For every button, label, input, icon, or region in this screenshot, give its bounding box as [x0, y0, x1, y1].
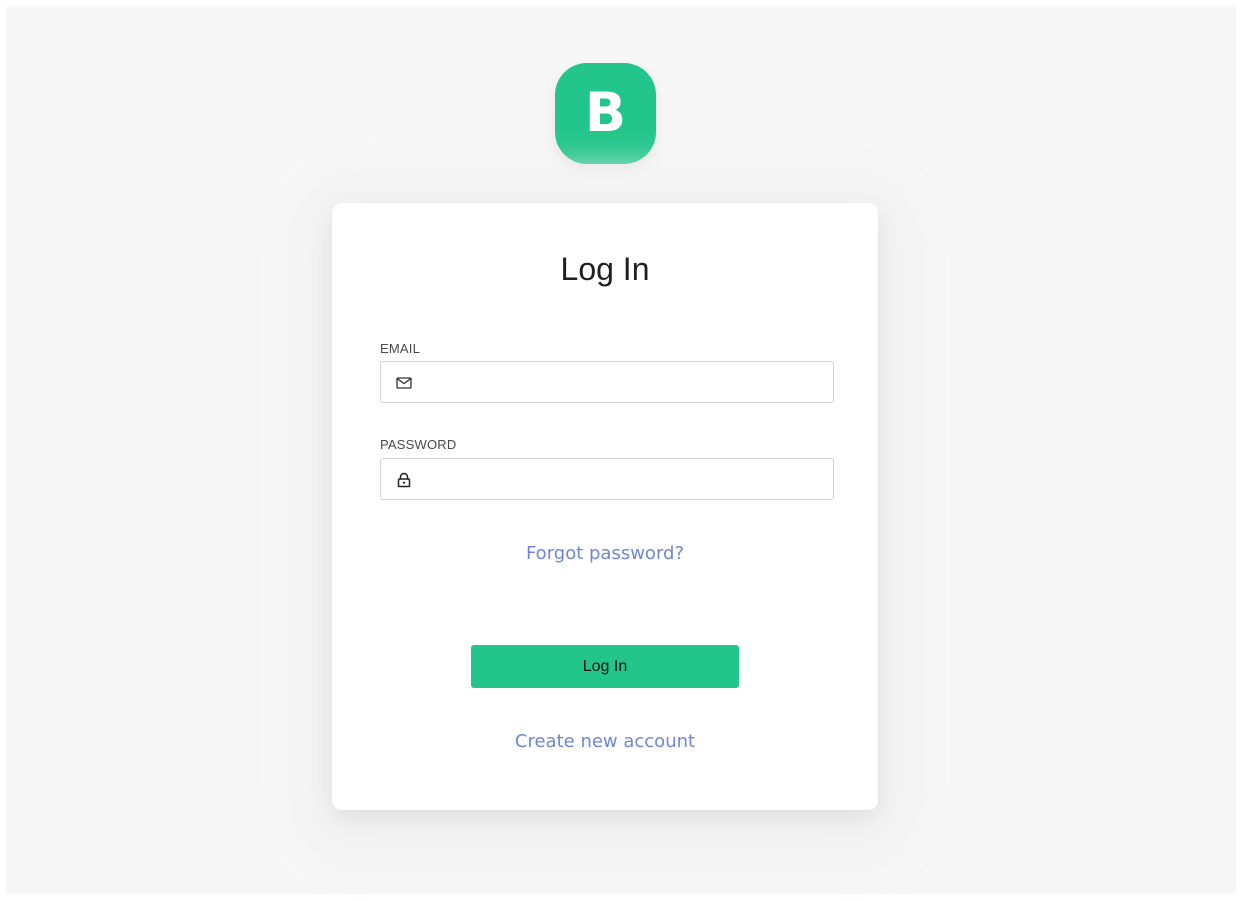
- password-field-wrapper[interactable]: [380, 458, 834, 500]
- create-account-link[interactable]: Create new account: [332, 731, 878, 752]
- mail-icon: [395, 374, 413, 392]
- login-button[interactable]: Log In: [471, 645, 739, 688]
- page-title: Log In: [560, 251, 650, 287]
- password-input[interactable]: [425, 459, 827, 499]
- login-card: Log In EMAIL PASSWORD Forgot password? L…: [332, 203, 878, 810]
- email-label: EMAIL: [380, 341, 421, 356]
- email-input[interactable]: [425, 362, 827, 402]
- brand-logo-letter: B: [584, 80, 627, 144]
- password-label: PASSWORD: [380, 437, 457, 452]
- forgot-password-link[interactable]: Forgot password?: [332, 543, 878, 564]
- brand-logo: B: [555, 63, 656, 164]
- lock-icon: [395, 471, 413, 489]
- email-field-wrapper[interactable]: [380, 361, 834, 403]
